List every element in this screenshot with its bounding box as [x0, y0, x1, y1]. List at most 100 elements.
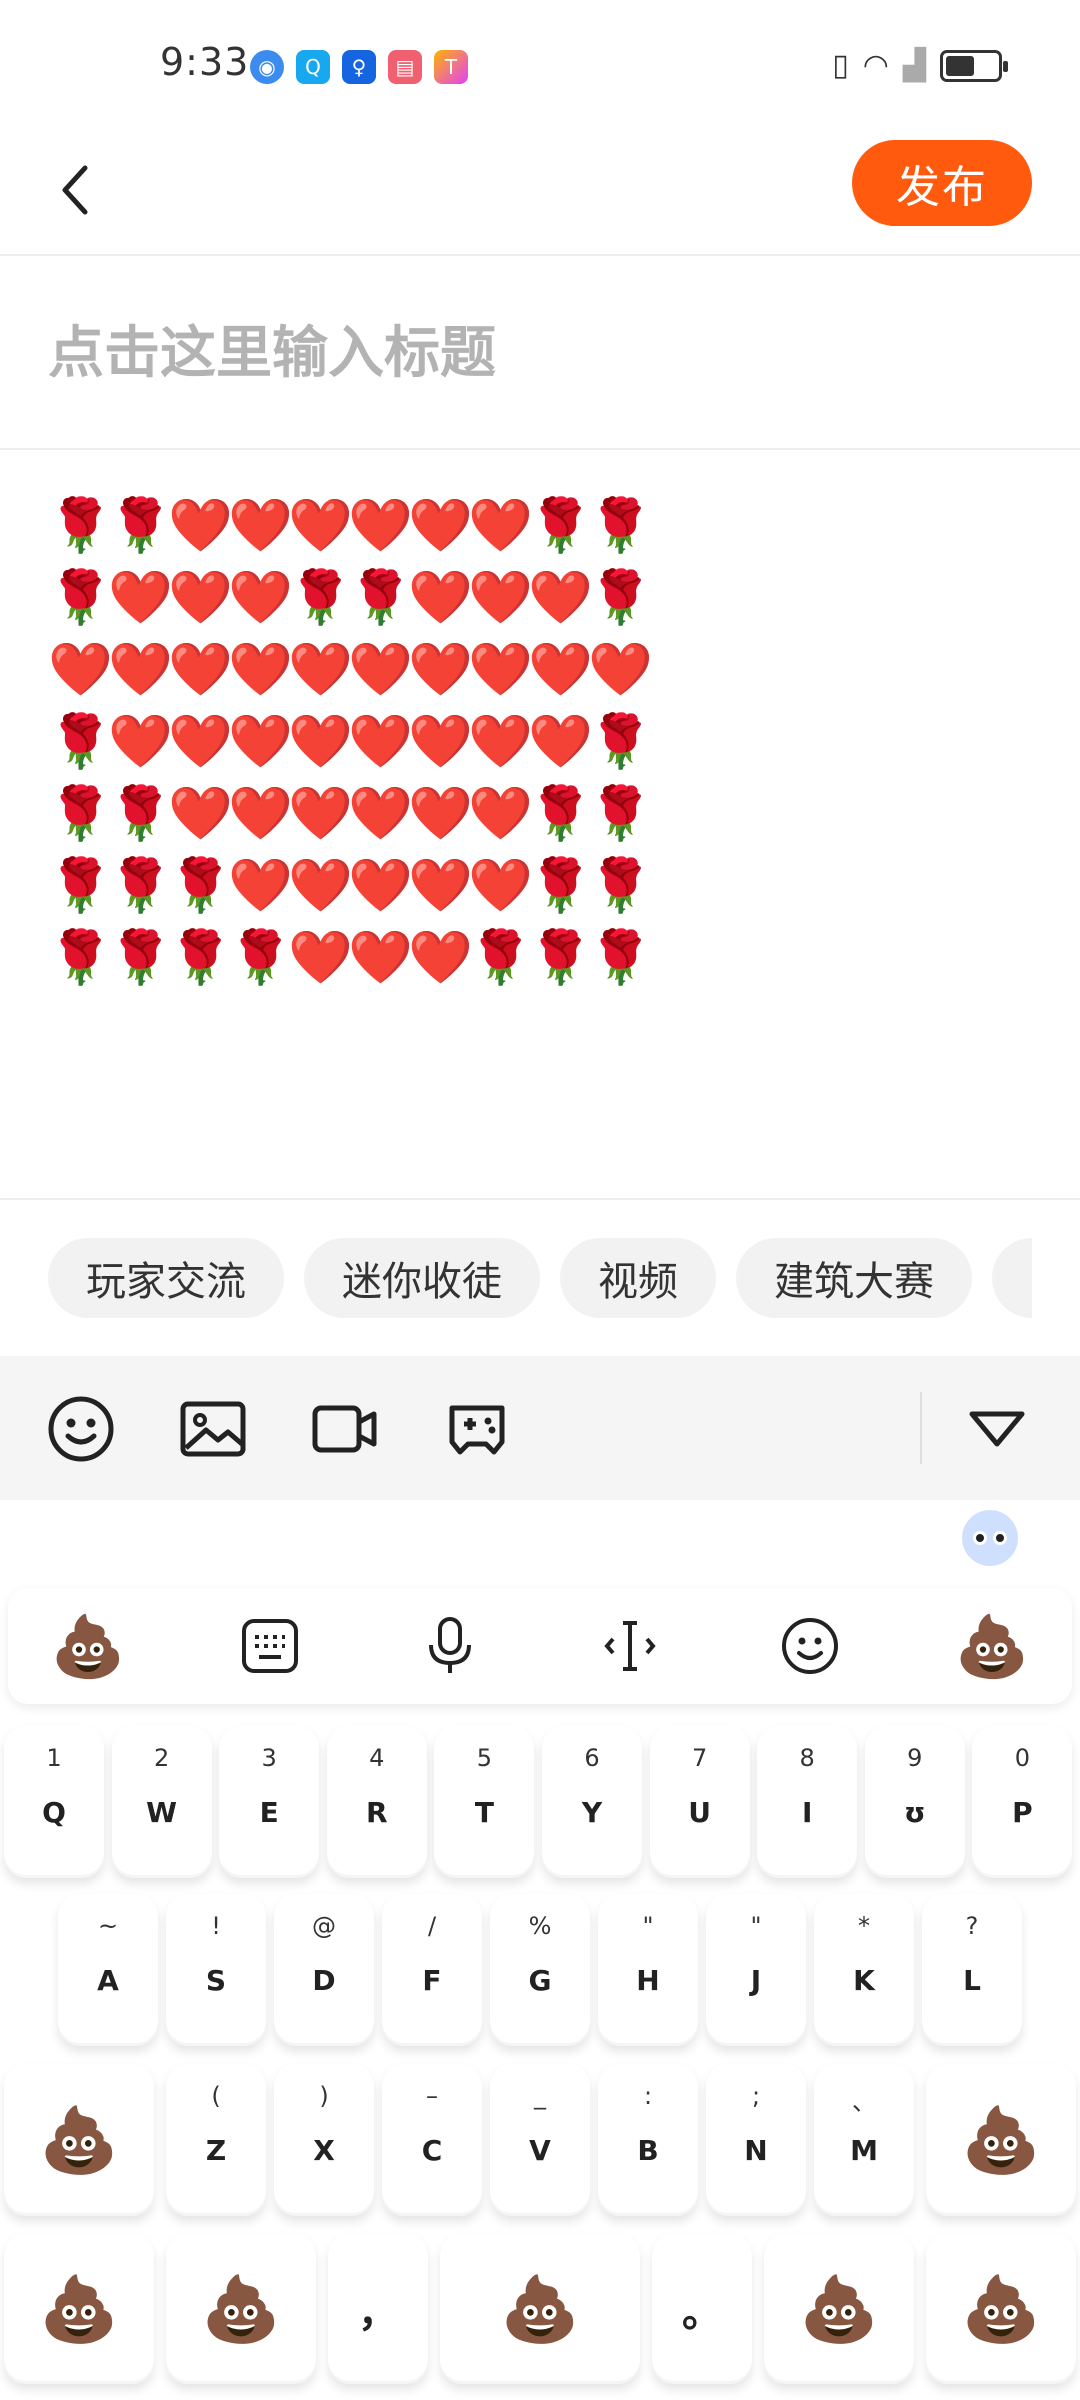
emoji-key[interactable]: 💩	[926, 2234, 1076, 2384]
rose-emoji: 🌹	[348, 568, 413, 628]
punctuation-key[interactable]: 。	[652, 2234, 752, 2384]
heart-emoji: ❤️	[228, 712, 293, 772]
collapse-keyboard-button[interactable]	[960, 1392, 1034, 1466]
key-z[interactable]: (Z	[166, 2064, 266, 2216]
video-button[interactable]	[308, 1392, 382, 1466]
back-button[interactable]	[40, 150, 110, 230]
key-p[interactable]: 0P	[972, 1726, 1073, 1878]
key-d[interactable]: @ D	[274, 1894, 374, 2046]
key-v[interactable]: _ V	[490, 2064, 590, 2216]
key-y[interactable]: 6Y	[542, 1726, 642, 1878]
paint-app-icon: T	[434, 50, 468, 84]
emoji-key-left[interactable]: 💩	[4, 2064, 154, 2216]
heart-emoji: ❤️	[528, 640, 593, 700]
heart-emoji: ❤️	[108, 568, 173, 628]
heart-emoji: ❤️	[588, 640, 653, 700]
key-i[interactable]: 8I	[757, 1726, 858, 1878]
key-label: R	[366, 1796, 388, 1829]
heart-emoji: ❤️	[288, 928, 353, 988]
emoji-key[interactable]: 💩	[440, 2234, 640, 2384]
key-e[interactable]: 3E	[219, 1726, 320, 1878]
key-m[interactable]: 、 M	[814, 2064, 914, 2216]
rose-emoji: 🌹	[468, 928, 533, 988]
emoji-key[interactable]: 💩	[166, 2234, 316, 2384]
emoji-line: 🌹❤️❤️❤️❤️❤️❤️❤️❤️🌹	[48, 706, 653, 778]
title-row	[0, 258, 1080, 450]
assistant-icon[interactable]	[962, 1510, 1018, 1566]
key-label: K	[853, 1964, 875, 1997]
key-a[interactable]: ~ A	[58, 1894, 158, 2046]
game-button[interactable]	[440, 1392, 514, 1466]
heart-emoji: ❤️	[408, 568, 473, 628]
heart-emoji: ❤️	[348, 496, 413, 556]
emoji-line: 🌹❤️❤️❤️🌹🌹❤️❤️❤️🌹	[48, 562, 653, 634]
key-label: V	[529, 2134, 551, 2167]
key-q[interactable]: 1Q	[4, 1726, 104, 1878]
topic-chip-partial[interactable]	[992, 1238, 1032, 1318]
topic-chip[interactable]: 视频	[560, 1238, 716, 1318]
topic-chip[interactable]: 玩家交流	[48, 1238, 284, 1318]
heart-emoji: ❤️	[348, 712, 413, 772]
topic-chip[interactable]: 建筑大赛	[736, 1238, 972, 1318]
heart-emoji: ❤️	[348, 928, 413, 988]
emoji-art: 🌹🌹❤️❤️❤️❤️❤️❤️🌹🌹 🌹❤️❤️❤️🌹🌹❤️❤️❤️🌹 ❤️❤️❤️❤️…	[48, 490, 653, 994]
post-body[interactable]: 🌹🌹❤️❤️❤️❤️❤️❤️🌹🌹 🌹❤️❤️❤️🌹🌹❤️❤️❤️🌹 ❤️❤️❤️❤️…	[0, 452, 1080, 1198]
suggestion-emoji[interactable]: 💩	[952, 1606, 1032, 1686]
heart-emoji: ❤️	[528, 712, 593, 772]
key-t[interactable]: 5T	[434, 1726, 535, 1878]
key-w[interactable]: 2W	[111, 1726, 212, 1878]
key-b[interactable]: :B	[598, 2064, 698, 2216]
key-c[interactable]: – C	[382, 2064, 482, 2216]
status-time: 9:33	[160, 40, 250, 84]
key-j[interactable]: " J	[706, 1894, 806, 2046]
emoji-key[interactable]: 💩	[764, 2234, 914, 2384]
key-l[interactable]: ? L	[922, 1894, 1022, 2046]
heart-emoji: ❤️	[468, 568, 533, 628]
rose-emoji: 🌹	[108, 928, 173, 988]
rose-emoji: 🌹	[528, 928, 593, 988]
key-n[interactable]: ; N	[706, 2064, 806, 2216]
emoji-key-right[interactable]: 💩	[926, 2064, 1076, 2216]
rose-emoji: 🌹	[168, 856, 233, 916]
heart-emoji: ❤️	[288, 496, 353, 556]
key-hint: @	[312, 1912, 336, 1940]
key-ʊ[interactable]: 9ʊ	[864, 1726, 965, 1878]
rose-emoji: 🌹	[108, 856, 173, 916]
topic-chips: 玩家交流 迷你收徒 视频 建筑大赛	[48, 1238, 1032, 1320]
heart-emoji: ❤️	[168, 784, 233, 844]
cursor-control-button[interactable]	[590, 1606, 670, 1686]
emoji-key[interactable]: 💩	[4, 2234, 154, 2384]
punctuation-key[interactable]: ，	[328, 2234, 428, 2384]
key-label: L	[963, 1964, 981, 1997]
voice-input-button[interactable]	[410, 1606, 490, 1686]
key-hint: 、	[852, 2088, 876, 2116]
topic-chip[interactable]: 迷你收徒	[304, 1238, 540, 1318]
title-input[interactable]	[48, 298, 1028, 408]
rose-emoji: 🌹	[288, 568, 353, 628]
key-label: G	[528, 1964, 552, 1997]
key-f[interactable]: / F	[382, 1894, 482, 2046]
key-k[interactable]: * K	[814, 1894, 914, 2046]
key-r[interactable]: 4R	[326, 1726, 427, 1878]
key-s[interactable]: ! S	[166, 1894, 266, 2046]
heart-emoji: ❤️	[468, 640, 533, 700]
emoji-button[interactable]	[44, 1392, 118, 1466]
heart-emoji: ❤️	[528, 568, 593, 628]
suggestion-emoji[interactable]: 💩	[48, 1606, 128, 1686]
key-hint: %	[528, 1912, 552, 1940]
triangle-down-icon	[969, 1411, 1025, 1447]
key-u[interactable]: 7U	[649, 1726, 750, 1878]
keyboard-switch-button[interactable]	[230, 1606, 310, 1686]
battery-icon	[940, 49, 1008, 82]
key-label: T	[474, 1796, 494, 1829]
browser-icon: ◉	[250, 50, 284, 84]
publish-button[interactable]: 发布	[852, 140, 1032, 226]
image-button[interactable]	[176, 1392, 250, 1466]
vibrate-icon: ▯	[832, 48, 849, 83]
emoji-panel-button[interactable]	[770, 1606, 850, 1686]
key-x[interactable]: ) X	[274, 2064, 374, 2216]
heart-emoji: ❤️	[228, 640, 293, 700]
key-label: C	[421, 2134, 443, 2167]
key-h[interactable]: " H	[598, 1894, 698, 2046]
key-g[interactable]: % G	[490, 1894, 590, 2046]
